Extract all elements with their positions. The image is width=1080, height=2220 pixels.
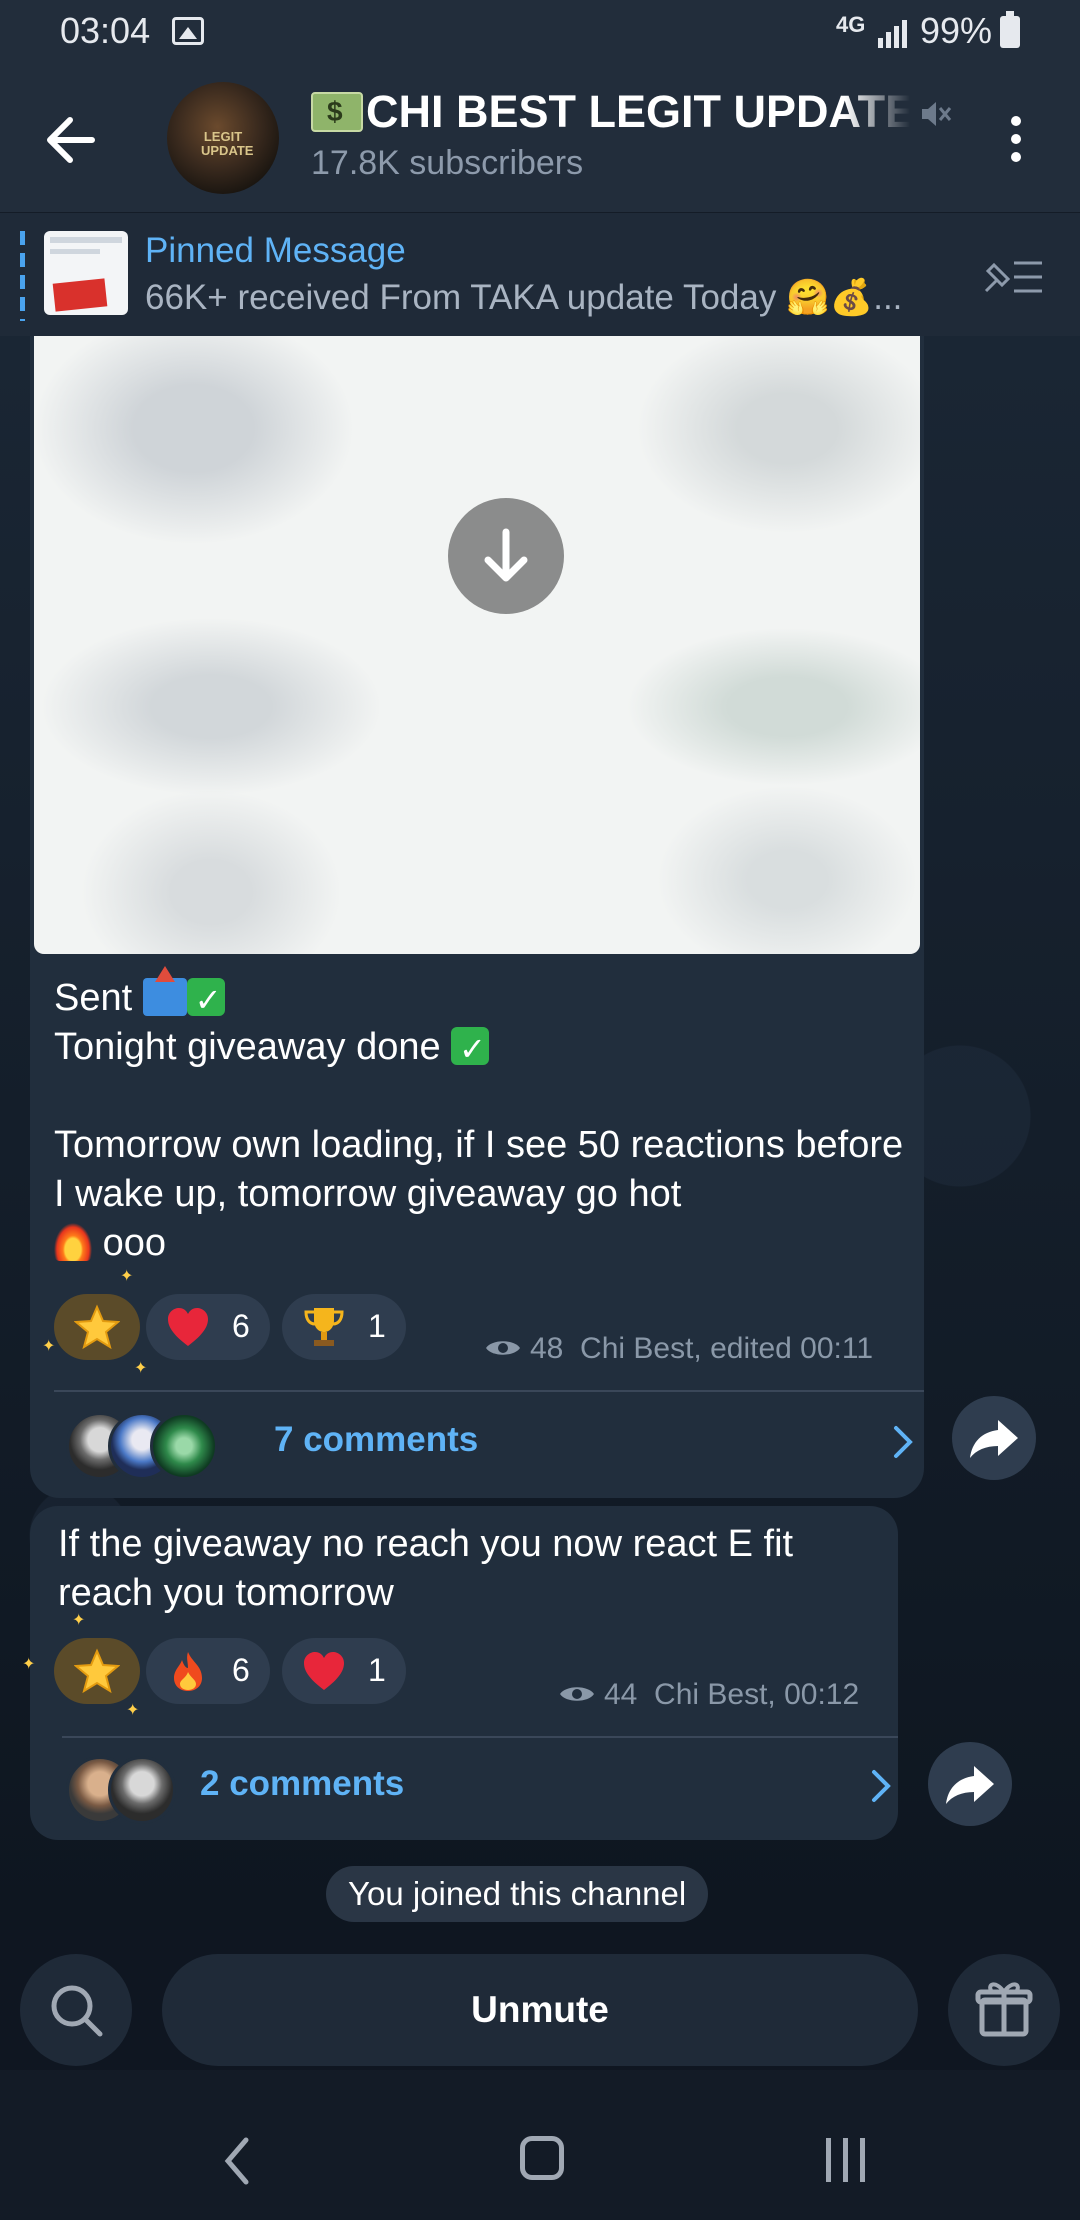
fire-icon xyxy=(174,1652,202,1691)
chat-area[interactable]: Sent Tonight giveaway done Tomorrow own … xyxy=(0,336,1080,1930)
blurred-image-preview[interactable] xyxy=(34,336,920,954)
share-arrow-icon xyxy=(970,1420,1018,1458)
bottom-bar: Unmute xyxy=(0,1930,1080,2070)
channel-header: LEGIT UPDATE CHI BEST LEGIT UPDATES 17.8… xyxy=(0,66,1080,212)
sparkle-icon: ✦ xyxy=(22,1656,36,1673)
subscriber-count: 17.8K subscribers xyxy=(311,144,584,182)
views-icon xyxy=(560,1687,594,1701)
battery-icon xyxy=(1000,11,1020,48)
reaction-star[interactable] xyxy=(54,1638,140,1704)
sparkle-icon: ✦ xyxy=(134,1360,148,1377)
pinned-label: Pinned Message xyxy=(145,231,406,270)
message-bubble[interactable]: Sent Tonight giveaway done Tomorrow own … xyxy=(30,336,924,1498)
trophy-icon xyxy=(304,1308,344,1346)
service-message: You joined this channel xyxy=(326,1866,709,1922)
star-icon xyxy=(74,1304,120,1350)
nav-home-icon[interactable] xyxy=(520,2136,564,2180)
chevron-right-icon xyxy=(894,1426,913,1458)
status-time: 03:04 xyxy=(60,10,151,51)
comments-label: 2 comments xyxy=(200,1764,405,1803)
message-line: Tomorrow own loading, if I see 50 reacti… xyxy=(54,1124,914,1215)
forward-button[interactable] xyxy=(952,1396,1036,1480)
view-count: 44 xyxy=(604,1678,638,1711)
pinned-indicator xyxy=(20,231,25,321)
muted-speaker-icon xyxy=(922,102,952,126)
reaction-count: 6 xyxy=(232,1652,250,1688)
author-time: Chi Best, edited 00:11 xyxy=(580,1332,874,1365)
avatar xyxy=(108,1756,176,1824)
message-text: Sent Tonight giveaway done Tomorrow own … xyxy=(54,966,904,1268)
comments-button[interactable]: 7 comments xyxy=(66,1398,916,1488)
sparkle-icon: ✦ xyxy=(72,1612,86,1629)
channel-avatar[interactable]: LEGIT UPDATE xyxy=(167,82,279,194)
check-mark-icon xyxy=(186,976,225,1025)
heart-icon xyxy=(168,1308,208,1346)
reaction-fire[interactable]: 6 xyxy=(146,1638,270,1704)
status-bar: 03:04 4G 99% xyxy=(0,0,1080,66)
message-line: ooo xyxy=(102,1222,166,1264)
views-icon xyxy=(486,1341,520,1355)
fire-icon xyxy=(54,1223,92,1261)
signal-icon xyxy=(878,20,907,48)
star-icon xyxy=(74,1648,120,1694)
comments-divider xyxy=(62,1736,898,1738)
pinned-list-icon[interactable] xyxy=(980,255,1046,299)
comments-button[interactable]: 2 comments xyxy=(66,1742,891,1832)
pinned-message-bar[interactable]: Pinned Message 66K+ received From TAKA u… xyxy=(0,212,1080,337)
heart-icon xyxy=(304,1652,344,1690)
channel-title[interactable]: CHI BEST LEGIT UPDATES xyxy=(366,86,910,138)
gift-icon xyxy=(975,1982,1033,2037)
nav-back-icon[interactable] xyxy=(222,2136,252,2186)
avatar xyxy=(150,1412,218,1480)
gift-button[interactable] xyxy=(948,1954,1060,2066)
message-text: If the giveaway no reach you now react E… xyxy=(58,1523,804,1614)
avatar-text: LEGIT UPDATE xyxy=(201,129,254,158)
gallery-notification-icon xyxy=(172,17,204,45)
author-time: Chi Best, 00:12 xyxy=(654,1678,860,1711)
battery-percent: 99% xyxy=(920,10,993,51)
sparkle-icon: ✦ xyxy=(42,1338,56,1355)
reaction-heart[interactable]: 1 xyxy=(282,1638,406,1704)
more-options-icon[interactable] xyxy=(1004,110,1028,170)
message-line: Sent xyxy=(54,977,133,1019)
reaction-trophy[interactable]: 1 xyxy=(282,1294,406,1360)
system-navigation-bar xyxy=(0,2070,1080,2220)
comments-divider xyxy=(54,1390,924,1392)
reaction-count: 6 xyxy=(232,1308,250,1344)
forward-button[interactable] xyxy=(928,1742,1012,1826)
message-bubble[interactable]: If the giveaway no reach you now react E… xyxy=(22,1506,898,1840)
pinned-thumbnail xyxy=(44,231,128,315)
back-arrow-icon[interactable] xyxy=(40,110,104,170)
sparkle-icon: ✦ xyxy=(126,1702,140,1719)
check-mark-icon xyxy=(451,1025,490,1074)
comments-label: 7 comments xyxy=(274,1420,479,1459)
search-icon xyxy=(51,1985,103,2037)
reaction-count: 1 xyxy=(368,1652,386,1688)
chevron-right-icon xyxy=(872,1770,891,1802)
message-meta: 48 Chi Best, edited 00:11 xyxy=(484,1332,873,1366)
money-icon xyxy=(311,92,363,132)
unmute-button[interactable]: Unmute xyxy=(162,1954,918,2066)
share-arrow-icon xyxy=(946,1766,994,1804)
sparkle-icon: ✦ xyxy=(120,1268,134,1285)
download-icon[interactable] xyxy=(448,498,564,614)
reaction-star[interactable] xyxy=(54,1294,140,1360)
message-meta: 44 Chi Best, 00:12 xyxy=(558,1678,859,1712)
message-line: Tonight giveaway done xyxy=(54,1026,441,1068)
outbox-tray-icon xyxy=(142,966,187,1016)
network-type: 4G xyxy=(836,12,866,37)
view-count: 48 xyxy=(530,1332,564,1365)
reaction-heart[interactable]: 6 xyxy=(146,1294,270,1360)
search-button[interactable] xyxy=(20,1954,132,2066)
nav-recent-apps-icon[interactable] xyxy=(826,2138,866,2182)
pinned-text: 66K+ received From TAKA update Today 🤗💰.… xyxy=(145,278,903,317)
reaction-count: 1 xyxy=(368,1308,386,1344)
